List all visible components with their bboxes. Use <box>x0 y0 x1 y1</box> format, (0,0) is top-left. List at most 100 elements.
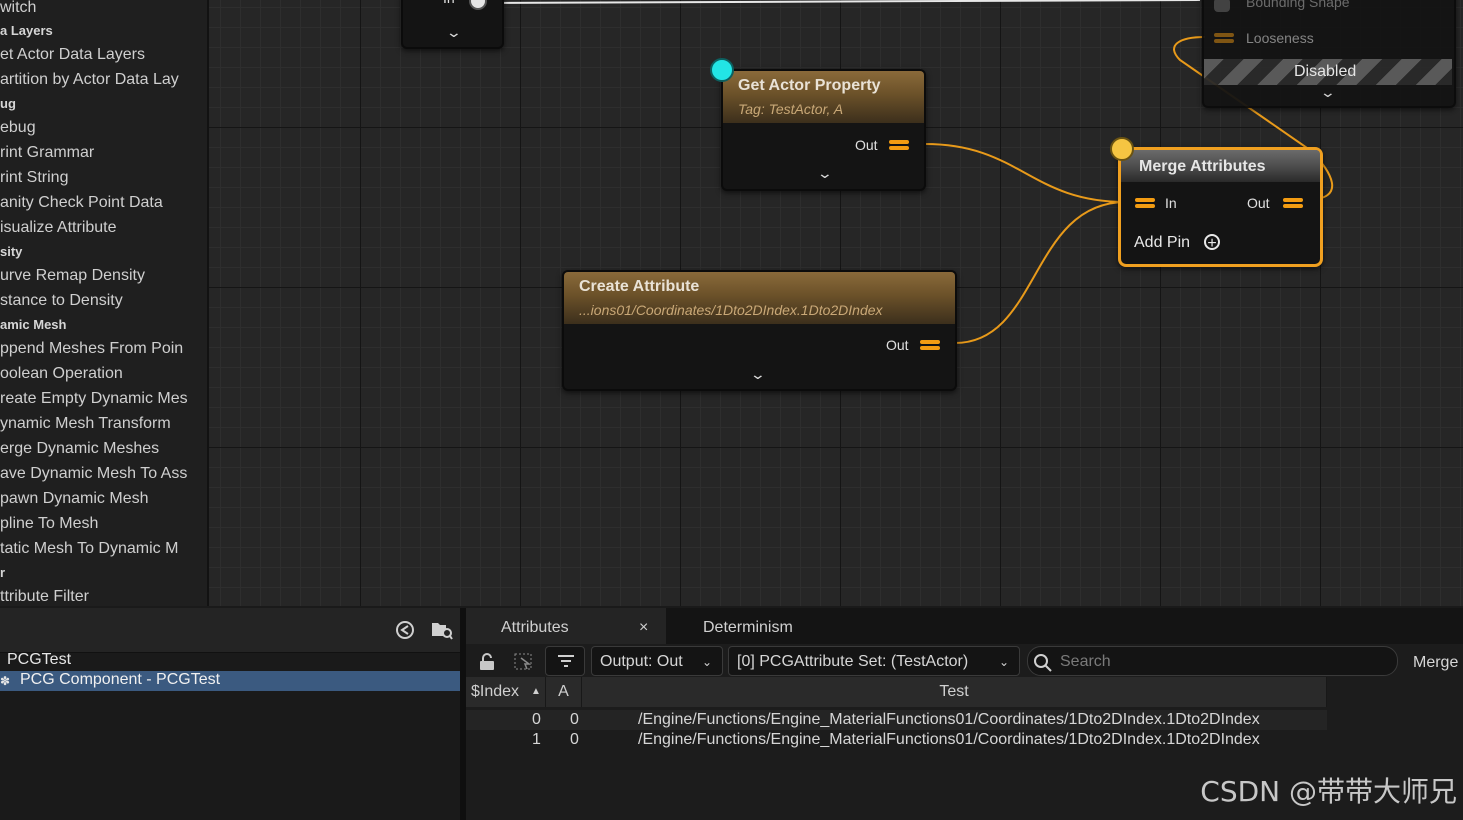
column-label: $Index <box>471 683 520 700</box>
palette-item[interactable]: rint Grammar <box>0 141 94 165</box>
attribute-set-label: [0] PCGAttribute Set: (TestActor) <box>737 653 969 670</box>
cell-a: 0 <box>570 711 579 728</box>
node-title: Merge Attributes <box>1139 158 1266 175</box>
top-node[interactable]: In ⌄ <box>401 0 504 49</box>
palette-item[interactable]: anity Check Point Data <box>0 191 163 215</box>
lock-icon[interactable] <box>479 653 495 671</box>
column-header-a[interactable]: A <box>546 677 582 707</box>
palette-item[interactable]: isualize Attribute <box>0 216 117 240</box>
attribute-set-select[interactable]: [0] PCGAttribute Set: (TestActor) ⌄ <box>728 646 1020 676</box>
bounding-shape-label: Bounding Shape <box>1246 0 1350 10</box>
merge-attributes-node[interactable]: Merge Attributes In Out Add Pin + <box>1118 147 1323 267</box>
checkbox[interactable] <box>1214 0 1230 12</box>
outliner-row-label: PCG Component - PCGTest <box>20 671 221 688</box>
out-pin[interactable] <box>889 138 909 152</box>
palette-category[interactable]: a Layers <box>0 19 53 43</box>
column-header-test[interactable]: Test <box>582 677 1327 707</box>
chevron-down-icon[interactable]: ⌄ <box>446 24 462 41</box>
cell-index: 0 <box>532 711 541 728</box>
spawn-node[interactable]: Bounding Shape Looseness Disabled ⌄ <box>1202 0 1456 108</box>
tab-label: Determinism <box>703 619 793 636</box>
column-header-index[interactable]: $Index ▲ <box>466 677 546 707</box>
palette-item[interactable]: reate Empty Dynamic Mes <box>0 387 188 411</box>
in-pin[interactable] <box>469 0 487 10</box>
folder-search-icon[interactable] <box>431 620 453 640</box>
palette-item[interactable]: rint String <box>0 166 68 190</box>
out-pin[interactable] <box>920 338 940 352</box>
palette-item[interactable]: et Actor Data Layers <box>0 43 145 67</box>
merge-toggle-label[interactable]: Merge <box>1413 654 1458 672</box>
palette-item[interactable]: witch <box>0 0 36 20</box>
tab-label: Attributes <box>501 619 569 636</box>
palette-item[interactable]: ynamic Mesh Transform <box>0 412 171 436</box>
out-pin-label: Out <box>855 137 878 153</box>
table-row[interactable]: 1 0 /Engine/Functions/Engine_MaterialFun… <box>466 730 1327 750</box>
disabled-label: Disabled <box>1294 63 1357 80</box>
palette-category[interactable]: amic Mesh <box>0 313 66 337</box>
palette-item[interactable]: oolean Operation <box>0 362 123 386</box>
chevron-down-icon: ⌄ <box>701 655 712 669</box>
create-attribute-node[interactable]: Create Attribute ...ions01/Coordinates/1… <box>562 270 957 391</box>
chevron-down-icon[interactable]: ⌄ <box>817 165 833 182</box>
node-subtitle: ...ions01/Coordinates/1Dto2DIndex.1Dto2D… <box>579 302 883 318</box>
looseness-pin[interactable] <box>1214 31 1234 45</box>
add-pin-label[interactable]: Add Pin <box>1134 234 1190 252</box>
out-pin[interactable] <box>1283 196 1303 210</box>
palette-item[interactable]: pline To Mesh <box>0 512 98 536</box>
column-label: A <box>558 683 569 700</box>
add-pin-icon[interactable]: + <box>1204 234 1220 252</box>
exec-pin-yellow[interactable] <box>1110 137 1134 161</box>
chevron-down-icon[interactable]: ⌄ <box>1320 84 1336 101</box>
cell-a: 0 <box>570 731 579 748</box>
outliner-row[interactable]: PCGTest <box>0 651 460 671</box>
sort-ascending-icon: ▲ <box>531 686 541 697</box>
palette-item[interactable]: ttribute Filter <box>0 585 89 606</box>
table-row[interactable]: 0 0 /Engine/Functions/Engine_MaterialFun… <box>466 710 1327 730</box>
filter-icon <box>557 647 575 675</box>
exec-pin-cyan[interactable] <box>710 58 734 82</box>
cell-index: 1 <box>532 731 541 748</box>
in-pin[interactable] <box>1135 196 1155 210</box>
palette-category[interactable]: ug <box>0 92 16 116</box>
palette-item[interactable]: ebug <box>0 116 36 140</box>
looseness-label: Looseness <box>1246 30 1314 46</box>
search-placeholder: Search <box>1060 653 1111 670</box>
output-select[interactable]: Output: Out ⌄ <box>591 646 723 676</box>
pin-label: In <box>443 0 455 6</box>
palette-item[interactable]: erge Dynamic Meshes <box>0 437 159 461</box>
cell-test: /Engine/Functions/Engine_MaterialFunctio… <box>638 711 1260 728</box>
filter-button[interactable] <box>545 646 585 676</box>
palette-item[interactable]: tatic Mesh To Dynamic M <box>0 537 178 561</box>
cell-test: /Engine/Functions/Engine_MaterialFunctio… <box>638 731 1260 748</box>
palette-category[interactable]: sity <box>0 240 22 264</box>
get-actor-property-node[interactable]: Get Actor Property Tag: TestActor, A Out… <box>721 69 926 191</box>
column-label: Test <box>939 683 969 700</box>
tab-attributes[interactable]: Attributes × <box>466 608 666 644</box>
palette-item[interactable]: pawn Dynamic Mesh <box>0 487 149 511</box>
close-icon[interactable]: × <box>639 608 648 648</box>
component-icon: ✽ <box>0 674 11 688</box>
outliner-row-selected[interactable]: ✽ PCG Component - PCGTest <box>0 671 460 691</box>
node-title: Get Actor Property <box>738 77 881 94</box>
palette-item[interactable]: stance to Density <box>0 289 123 313</box>
outliner-panel: PCGTest ✽ PCG Component - PCGTest <box>0 608 466 820</box>
node-subtitle: Tag: TestActor, A <box>738 101 844 117</box>
tab-determinism[interactable]: Determinism <box>703 608 793 644</box>
search-icon <box>1034 653 1052 672</box>
outliner-row-label: PCGTest <box>7 651 72 668</box>
in-pin-label: In <box>1165 195 1177 211</box>
palette-item[interactable]: urve Remap Density <box>0 264 145 288</box>
node-palette: witch a Layers et Actor Data Layers arti… <box>0 0 209 606</box>
select-icon[interactable] <box>514 653 534 671</box>
palette-item[interactable]: ave Dynamic Mesh To Ass <box>0 462 187 486</box>
chevron-down-icon: ⌄ <box>998 655 1009 669</box>
refresh-icon[interactable] <box>395 620 415 640</box>
watermark: CSDN @带带大师兄 <box>1200 775 1457 808</box>
chevron-down-icon[interactable]: ⌄ <box>750 366 766 383</box>
node-title: Create Attribute <box>579 278 700 295</box>
palette-item[interactable]: artition by Actor Data Lay <box>0 68 179 92</box>
output-select-label: Output: Out <box>600 653 683 670</box>
palette-category[interactable]: r <box>0 561 5 585</box>
palette-item[interactable]: ppend Meshes From Poin <box>0 337 183 361</box>
search-input[interactable]: Search <box>1027 646 1398 676</box>
